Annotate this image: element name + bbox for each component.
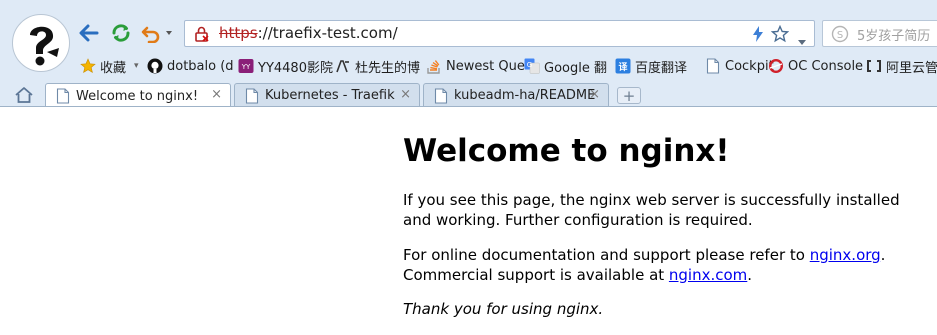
bookmark-star-icon[interactable] xyxy=(770,24,790,47)
stack-icon xyxy=(426,58,442,74)
bookmark-aliyun[interactable]: 阿里云管理 xyxy=(866,55,937,77)
nginx-org-link[interactable]: nginx.org xyxy=(810,246,881,264)
bookmark-blog[interactable]: 杜先生的博 xyxy=(335,55,420,77)
aliyun-icon xyxy=(866,58,882,74)
film-icon: YY xyxy=(238,58,254,74)
tab-label: Kubernetes - Traefik xyxy=(265,88,395,103)
browser-logo[interactable] xyxy=(12,14,70,72)
close-icon[interactable]: × xyxy=(211,87,222,102)
bookmark-label: Newest Que xyxy=(446,58,525,74)
svg-text:S: S xyxy=(837,30,843,41)
bookmarks-bar: 收藏 ▾ dotbalo (d YY YY4480影院 杜先生的博 Newest… xyxy=(76,55,937,77)
page-viewport: Welcome to nginx! If you see this page, … xyxy=(0,107,937,335)
baidu-translate-icon: 译 xyxy=(615,58,631,74)
page-title: Welcome to nginx! xyxy=(403,133,730,169)
address-bar[interactable]: https://traefix-test.com/ xyxy=(184,20,815,47)
close-icon[interactable]: × xyxy=(400,87,411,102)
tab-bar: Welcome to nginx! × Kubernetes - Traefik… xyxy=(0,81,937,108)
close-icon[interactable]: × xyxy=(589,87,600,102)
new-tab-button[interactable]: + xyxy=(617,87,641,105)
bookmark-newest-questions[interactable]: Newest Que xyxy=(426,55,525,77)
star-icon xyxy=(80,58,96,74)
refresh-icon xyxy=(112,24,130,42)
blog-icon xyxy=(335,58,351,74)
search-engine-icon[interactable]: S xyxy=(831,25,849,47)
search-box[interactable]: S 5岁孩子简历 xyxy=(822,20,937,47)
url-dropdown-icon[interactable] xyxy=(797,31,807,50)
svg-text:YY: YY xyxy=(241,63,251,71)
address-url[interactable]: https://traefix-test.com/ xyxy=(219,24,398,42)
bookmark-label: 百度翻译 xyxy=(635,60,688,76)
tab-label: Welcome to nginx! xyxy=(76,88,199,104)
tab-welcome-nginx[interactable]: Welcome to nginx! × xyxy=(45,83,231,108)
page-icon xyxy=(705,58,721,74)
github-icon xyxy=(147,58,163,74)
browser-chrome: https://traefix-test.com/ S 5岁孩子简历 收藏 ▾ … xyxy=(0,0,937,108)
bookmark-yy4480[interactable]: YY YY4480影院 xyxy=(238,55,333,77)
url-protocol: https xyxy=(219,24,258,42)
bookmark-oc-console[interactable]: OC Console xyxy=(768,55,863,77)
bookmark-label: dotbalo (d xyxy=(167,58,234,74)
undo-close-button[interactable] xyxy=(141,22,175,44)
chevron-down-icon: ▾ xyxy=(134,61,139,71)
support-text: For online documentation and support ple… xyxy=(403,246,810,264)
translate-icon: G xyxy=(524,58,540,74)
undo-icon xyxy=(141,26,172,43)
bookmark-label: YY4480影院 xyxy=(258,60,333,76)
svg-text:G: G xyxy=(527,61,532,69)
nginx-com-link[interactable]: nginx.com xyxy=(669,266,747,284)
bookmark-favorites[interactable]: 收藏 ▾ xyxy=(80,55,139,77)
tab-kubernetes-traefik[interactable]: Kubernetes - Traefik × xyxy=(234,83,420,107)
back-arrow-icon xyxy=(79,24,99,42)
bookmark-label: 杜先生的博 xyxy=(355,60,421,76)
support-paragraph: For online documentation and support ple… xyxy=(403,246,923,285)
intro-paragraph: If you see this page, the nginx web serv… xyxy=(403,191,900,229)
bookmark-cockpit[interactable]: Cockpit xyxy=(705,55,774,77)
page-icon xyxy=(56,88,70,104)
bookmark-baidu-translate[interactable]: 译 百度翻译 xyxy=(615,55,687,77)
bookmark-dotbalo[interactable]: dotbalo (d xyxy=(147,55,234,77)
back-button[interactable] xyxy=(78,22,100,44)
bookmark-label: 阿里云管理 xyxy=(886,60,937,76)
page-icon xyxy=(434,87,448,104)
thanks-text: Thank you for using nginx. xyxy=(403,300,604,318)
search-placeholder: 5岁孩子简历 xyxy=(857,29,931,44)
home-icon[interactable] xyxy=(14,86,34,108)
question-logo-icon xyxy=(14,16,68,70)
openshift-icon xyxy=(768,58,784,74)
page-icon xyxy=(245,87,259,104)
insecure-lock-icon[interactable] xyxy=(194,26,210,46)
bookmark-google-translate[interactable]: G Google 翻 xyxy=(524,55,607,77)
support-text-end: . xyxy=(747,265,753,284)
tab-kubeadm-ha[interactable]: kubeadm-ha/README × xyxy=(423,83,609,107)
tab-label: kubeadm-ha/README xyxy=(454,88,596,103)
lightning-icon[interactable] xyxy=(752,26,764,46)
bookmark-label: 收藏 xyxy=(100,60,127,76)
bookmark-label: OC Console xyxy=(788,58,864,74)
refresh-button[interactable] xyxy=(110,22,132,44)
url-host: ://traefix-test.com/ xyxy=(257,24,398,42)
bookmark-label: Cockpit xyxy=(725,58,774,74)
svg-text:译: 译 xyxy=(618,61,628,73)
bookmark-label: Google 翻 xyxy=(544,60,607,76)
